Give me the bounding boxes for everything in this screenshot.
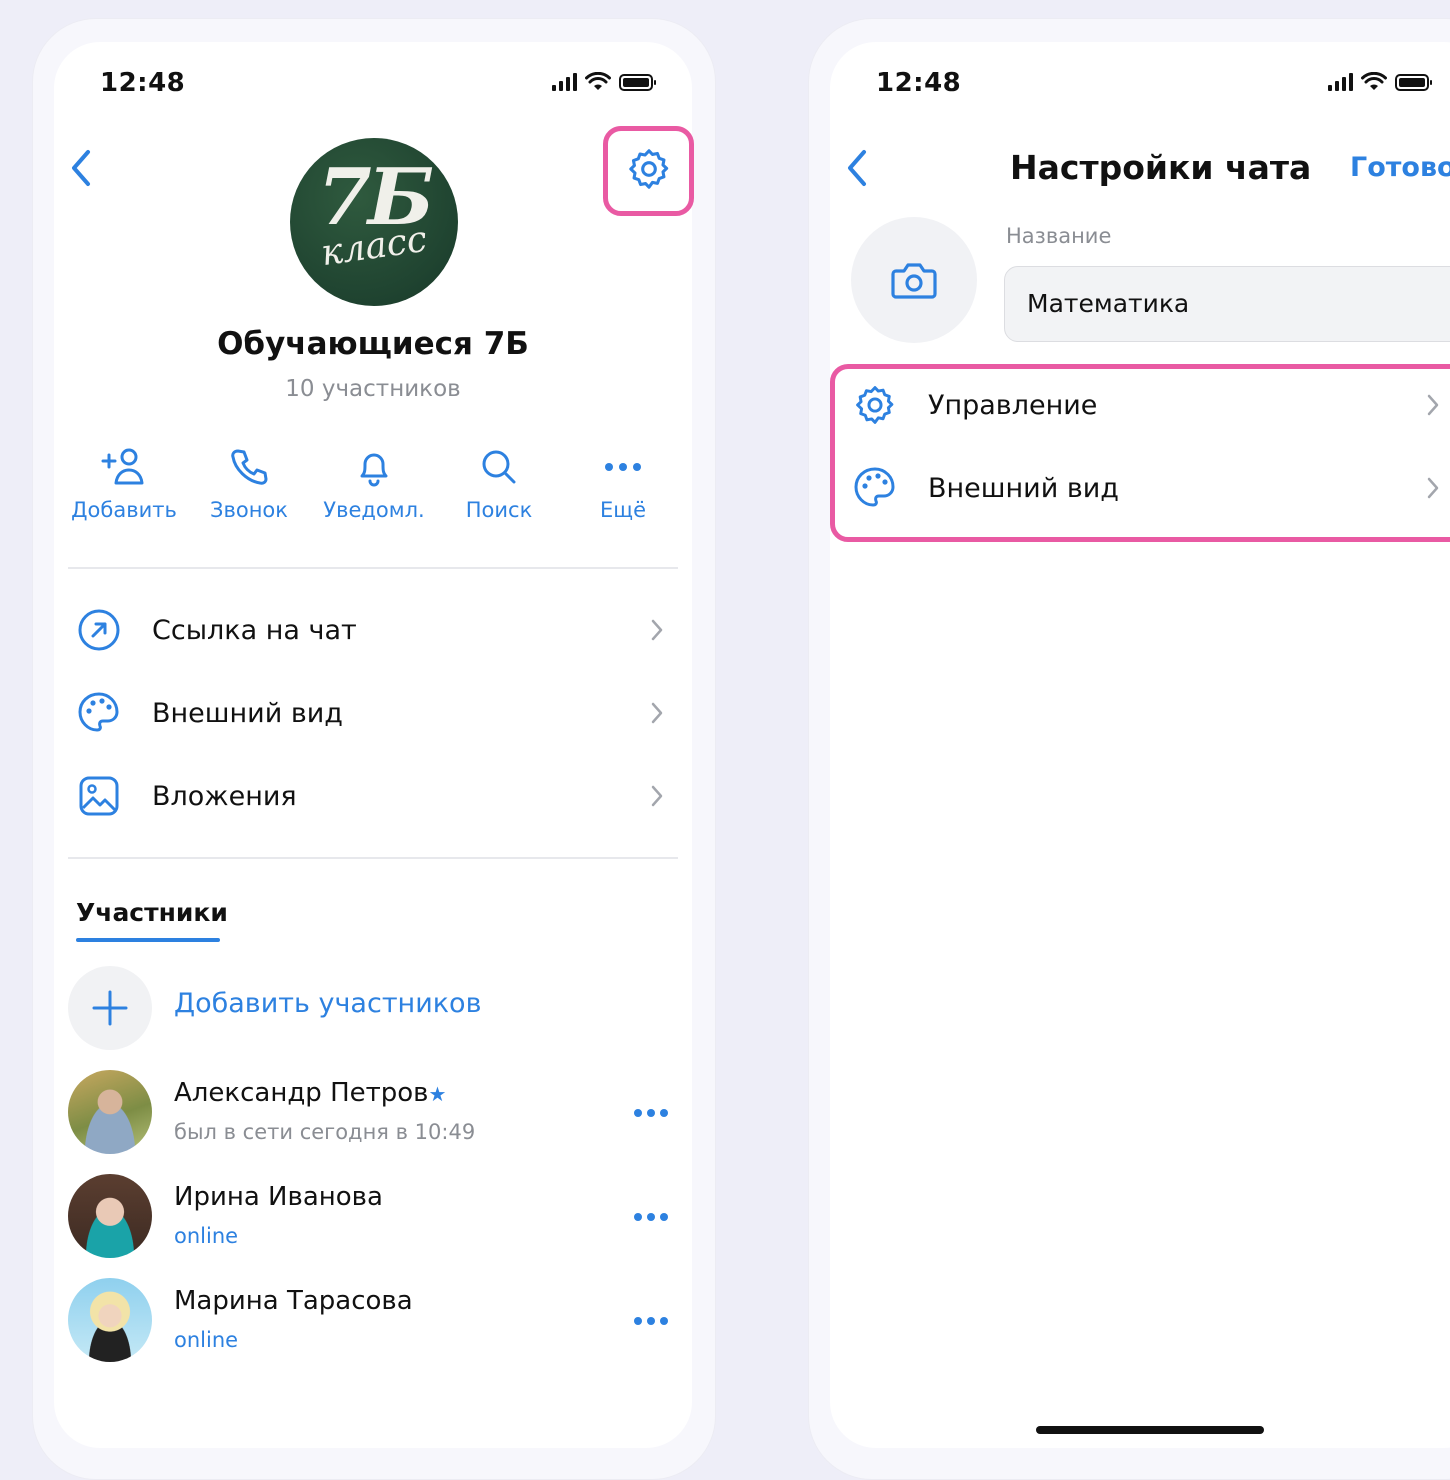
add-user-icon — [101, 448, 144, 485]
search-icon — [482, 450, 516, 484]
page-title: Настройки чата — [1010, 148, 1312, 187]
action-call-label: Звонок — [210, 498, 288, 522]
field-label-name: Название — [1006, 224, 1112, 248]
action-search-label: Поиск — [465, 498, 533, 522]
wifi-icon — [585, 72, 611, 90]
menu-item-label: Ссылка на чат — [152, 614, 357, 646]
battery-icon — [1395, 73, 1432, 91]
bell-icon — [360, 453, 388, 487]
avatar[interactable] — [68, 1278, 152, 1362]
signal-icon — [552, 73, 577, 91]
add-members-label[interactable]: Добавить участников — [174, 988, 481, 1019]
divider — [68, 567, 678, 569]
tab-members[interactable]: Участники — [76, 898, 228, 927]
chat-name-input[interactable]: Математика — [1004, 266, 1450, 342]
chevron-right-icon — [651, 785, 663, 807]
back-chevron-icon[interactable] — [842, 148, 872, 188]
member-name: Ирина Иванова — [174, 1182, 383, 1212]
chat-settings-screen: 12:48 Настройки чата Готово Название Мат… — [830, 42, 1450, 1448]
action-more[interactable]: Ещё — [563, 442, 683, 522]
admin-star-icon: ★ — [428, 1082, 447, 1106]
member-status: был в сети сегодня в 10:49 — [174, 1120, 476, 1144]
member-more-icon[interactable] — [634, 1317, 668, 1325]
menu-item-label: Внешний вид — [152, 697, 343, 729]
action-notifications-label: Уведомл. — [323, 498, 425, 522]
back-chevron-icon[interactable] — [66, 148, 96, 188]
menu-item-link[interactable]: Ссылка на чат — [76, 607, 676, 653]
phone-icon — [231, 449, 268, 485]
chevron-right-icon — [651, 702, 663, 724]
plus-icon — [92, 990, 128, 1026]
member-name: Марина Тарасова — [174, 1286, 413, 1316]
palette-icon — [78, 692, 119, 732]
action-search[interactable]: Поиск — [439, 442, 559, 522]
tab-underline — [76, 938, 220, 942]
status-time: 12:48 — [876, 68, 962, 98]
chat-avatar[interactable]: 7Б класс — [290, 138, 458, 306]
action-add-label: Добавить — [71, 498, 177, 522]
photo-upload-button[interactable] — [851, 217, 977, 343]
wifi-icon — [1361, 72, 1387, 90]
member-status: online — [174, 1328, 239, 1352]
more-icon — [605, 463, 641, 471]
menu-item-appearance[interactable]: Внешний вид — [76, 690, 676, 736]
link-arrow-icon — [78, 609, 120, 651]
action-call[interactable]: Звонок — [189, 442, 309, 522]
avatar[interactable] — [68, 1070, 152, 1154]
member-more-icon[interactable] — [634, 1109, 668, 1117]
status-time: 12:48 — [100, 68, 186, 98]
image-icon — [79, 776, 119, 816]
highlight-settings-button — [603, 126, 694, 216]
divider — [68, 857, 678, 859]
camera-icon — [891, 263, 937, 299]
avatar[interactable] — [68, 1174, 152, 1258]
chat-name-value: Математика — [1027, 289, 1190, 318]
member-status: online — [174, 1224, 239, 1248]
menu-item-attachments[interactable]: Вложения — [76, 773, 676, 819]
action-notifications[interactable]: Уведомл. — [314, 442, 434, 522]
status-icons — [1328, 72, 1432, 92]
members-count: 10 участников — [285, 376, 461, 402]
action-add[interactable]: Добавить — [64, 442, 184, 522]
action-more-label: Ещё — [600, 498, 646, 522]
add-members-button[interactable] — [68, 966, 152, 1050]
highlight-settings-list — [830, 364, 1450, 542]
chat-info-screen: 12:48 7Б класс Обучающиеся 7Б 10 участни… — [54, 42, 692, 1448]
status-icons — [552, 72, 656, 92]
member-more-icon[interactable] — [634, 1213, 668, 1221]
done-button[interactable]: Готово — [1350, 152, 1450, 183]
signal-icon — [1328, 73, 1353, 91]
battery-icon — [619, 73, 656, 91]
chat-title: Обучающиеся 7Б — [217, 326, 529, 362]
member-name: Александр Петров★ — [174, 1078, 447, 1108]
home-indicator — [1036, 1426, 1264, 1434]
menu-item-label: Вложения — [152, 780, 297, 812]
chevron-right-icon — [651, 619, 663, 641]
